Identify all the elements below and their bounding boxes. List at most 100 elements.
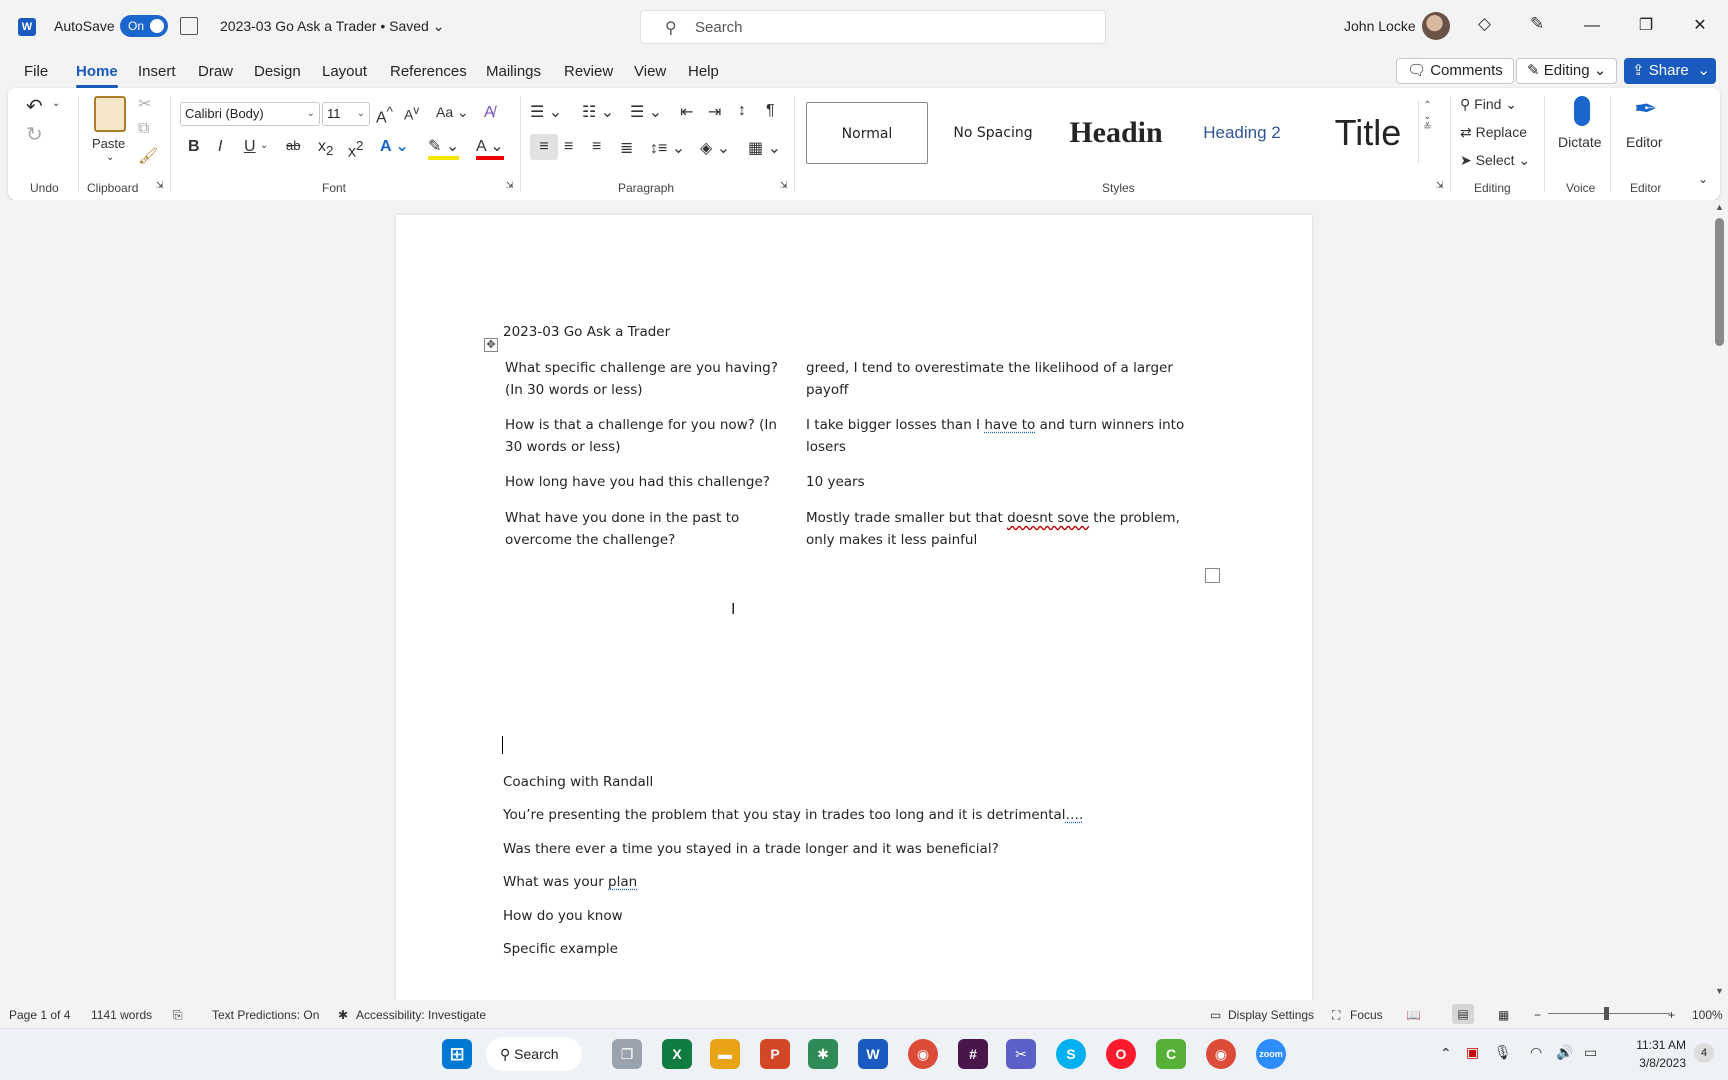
tray-app-icon[interactable]: ▣ — [1466, 1044, 1479, 1061]
restore-button[interactable]: ❐ — [1626, 10, 1666, 42]
style-heading-2[interactable]: Heading 2 — [1182, 102, 1302, 164]
excel-icon[interactable]: X — [662, 1039, 692, 1069]
close-button[interactable]: ✕ — [1680, 10, 1720, 42]
zoom-out-icon[interactable]: − — [1534, 1008, 1541, 1022]
paragraph-line[interactable]: What was your plan — [503, 871, 637, 893]
shading-icon[interactable]: ◈ ⌄ — [700, 138, 730, 158]
tab-review[interactable]: Review — [564, 63, 613, 80]
font-color-icon[interactable]: A ⌄ — [476, 136, 504, 160]
app-icon[interactable]: ✱ — [808, 1039, 838, 1069]
copy-icon[interactable]: ⧉ — [138, 120, 149, 138]
bullets-icon[interactable]: ☰ ⌄ — [530, 102, 562, 122]
grammar-flag[interactable]: …. — [1066, 807, 1084, 823]
opera-icon[interactable]: O — [1106, 1039, 1136, 1069]
table-cell-question[interactable]: How is that a challenge for you now? (In… — [505, 414, 795, 458]
grammar-flag[interactable]: have to — [984, 417, 1035, 433]
numbering-icon[interactable]: ☷ ⌄ — [582, 102, 614, 122]
display-settings-icon[interactable]: ▭ — [1210, 1008, 1221, 1022]
comments-button[interactable]: 🗨 Comments — [1396, 58, 1514, 84]
tab-draw[interactable]: Draw — [198, 63, 233, 80]
zoom-level[interactable]: 100% — [1692, 1008, 1723, 1022]
tab-help[interactable]: Help — [688, 63, 719, 80]
grow-font-icon[interactable]: A^ — [376, 104, 393, 127]
borders-icon[interactable]: ▦ ⌄ — [748, 138, 781, 158]
notification-badge[interactable]: 4 — [1694, 1043, 1714, 1063]
dialog-launcher-icon[interactable]: ⇲ — [780, 180, 788, 191]
accessibility-icon[interactable]: ✱ — [338, 1008, 348, 1022]
change-case-button[interactable]: Aa ⌄ — [436, 104, 469, 121]
read-mode-icon[interactable]: 📖 — [1406, 1008, 1421, 1022]
vertical-scrollbar[interactable]: ▲ ▼ — [1712, 200, 1728, 1000]
style-title[interactable]: Title — [1308, 102, 1428, 164]
table-cell-answer[interactable]: I take bigger losses than I have to and … — [806, 414, 1186, 458]
clear-formatting-icon[interactable]: A̸ — [484, 104, 495, 122]
scrollbar-thumb[interactable] — [1715, 218, 1724, 346]
italic-button[interactable]: I — [218, 138, 222, 156]
taskbar-search[interactable]: ⚲ Search — [486, 1037, 582, 1071]
paragraph-line[interactable]: Specific example — [503, 938, 618, 960]
search-input[interactable]: ⚲ Search — [640, 10, 1106, 44]
save-icon[interactable] — [180, 17, 198, 35]
microphone-tray-icon[interactable]: 🎙 — [1494, 1044, 1512, 1061]
share-button[interactable]: ⇪ Share ⌄ — [1624, 58, 1716, 84]
tab-view[interactable]: View — [634, 63, 666, 80]
document-heading[interactable]: 2023-03 Go Ask a Trader — [503, 321, 670, 343]
user-name[interactable]: John Locke — [1344, 18, 1416, 34]
justify-icon[interactable]: ≣ — [620, 138, 633, 158]
align-left-icon[interactable]: ≡ — [530, 134, 558, 160]
style-heading-1[interactable]: Headin — [1056, 102, 1176, 164]
find-button[interactable]: ⚲ Find ⌄ — [1460, 96, 1517, 113]
dictate-button[interactable]: Dictate — [1558, 134, 1602, 150]
paste-button[interactable]: Paste — [92, 136, 125, 151]
chevron-down-icon[interactable]: ⌄ — [1419, 111, 1436, 122]
underline-button[interactable]: U — [244, 138, 256, 156]
styles-scroll[interactable]: ⌃ ⌄ ≚ — [1418, 100, 1436, 164]
battery-icon[interactable]: ▭ — [1584, 1044, 1597, 1061]
style-no-spacing[interactable]: No Spacing — [934, 102, 1052, 164]
snipping-tool-icon[interactable]: ✂ — [1006, 1039, 1036, 1069]
cut-icon[interactable]: ✂ — [138, 94, 151, 114]
print-layout-icon[interactable]: ▤ — [1452, 1004, 1474, 1024]
document-page[interactable]: 2023-03 Go Ask a Trader ✥ What specific … — [396, 215, 1312, 1000]
document-canvas[interactable]: 2023-03 Go Ask a Trader ✥ What specific … — [0, 200, 1712, 1000]
camtasia-icon[interactable]: C — [1156, 1039, 1186, 1069]
line-spacing-icon[interactable]: ↕≡ ⌄ — [650, 138, 685, 158]
chevron-down-icon[interactable]: ⌄ — [52, 98, 60, 109]
strikethrough-button[interactable]: ab — [286, 138, 300, 153]
tab-file[interactable]: File — [24, 63, 48, 80]
subscript-icon[interactable]: x2 — [318, 138, 333, 158]
zoom-app-icon[interactable]: zoom — [1256, 1039, 1286, 1069]
table-cell-question[interactable]: How long have you had this challenge? — [505, 471, 795, 493]
multilevel-list-icon[interactable]: ☰ ⌄ — [630, 102, 662, 122]
table-cell-answer[interactable]: Mostly trade smaller but that doesnt sov… — [806, 507, 1186, 551]
file-explorer-icon[interactable]: ▬ — [710, 1039, 740, 1069]
redo-icon[interactable]: ↻ — [26, 122, 43, 147]
tab-insert[interactable]: Insert — [138, 63, 176, 80]
slack-icon[interactable]: # — [958, 1039, 988, 1069]
show-formatting-icon[interactable]: ¶ — [766, 102, 775, 120]
powerpoint-icon[interactable]: P — [760, 1039, 790, 1069]
scroll-up-icon[interactable]: ▲ — [1715, 202, 1724, 212]
tab-references[interactable]: References — [390, 63, 467, 80]
font-size-dropdown[interactable]: 11 ⌄ — [322, 102, 370, 126]
tab-design[interactable]: Design — [254, 63, 301, 80]
document-title[interactable]: 2023-03 Go Ask a Trader • Saved ⌄ — [220, 18, 444, 35]
table-cell-question[interactable]: What have you done in the past to overco… — [505, 507, 795, 551]
format-painter-icon[interactable]: 🖌 — [138, 146, 158, 166]
display-settings-button[interactable]: Display Settings — [1228, 1008, 1314, 1022]
chevron-down-icon[interactable]: ⌄ — [260, 140, 268, 151]
undo-icon[interactable]: ↶ — [26, 94, 43, 119]
chevron-down-icon[interactable]: ⌄ — [106, 152, 114, 163]
paragraph-line[interactable]: How do you know — [503, 905, 623, 927]
tab-layout[interactable]: Layout — [322, 63, 367, 80]
dialog-launcher-icon[interactable]: ⇲ — [156, 180, 164, 191]
superscript-icon[interactable]: x2 — [348, 138, 363, 161]
autosave-toggle[interactable]: On — [120, 15, 168, 37]
coaching-title[interactable]: Coaching with Randall — [503, 771, 653, 793]
editing-mode-button[interactable]: ✎ Editing ⌄ — [1516, 58, 1618, 84]
start-icon[interactable]: ⊞ — [442, 1039, 472, 1069]
dialog-launcher-icon[interactable]: ⇲ — [1436, 180, 1444, 191]
editor-button[interactable]: Editor — [1626, 134, 1663, 150]
tray-overflow-icon[interactable]: ⌃ — [1440, 1045, 1452, 1062]
task-view-icon[interactable]: ❐ — [612, 1039, 642, 1069]
